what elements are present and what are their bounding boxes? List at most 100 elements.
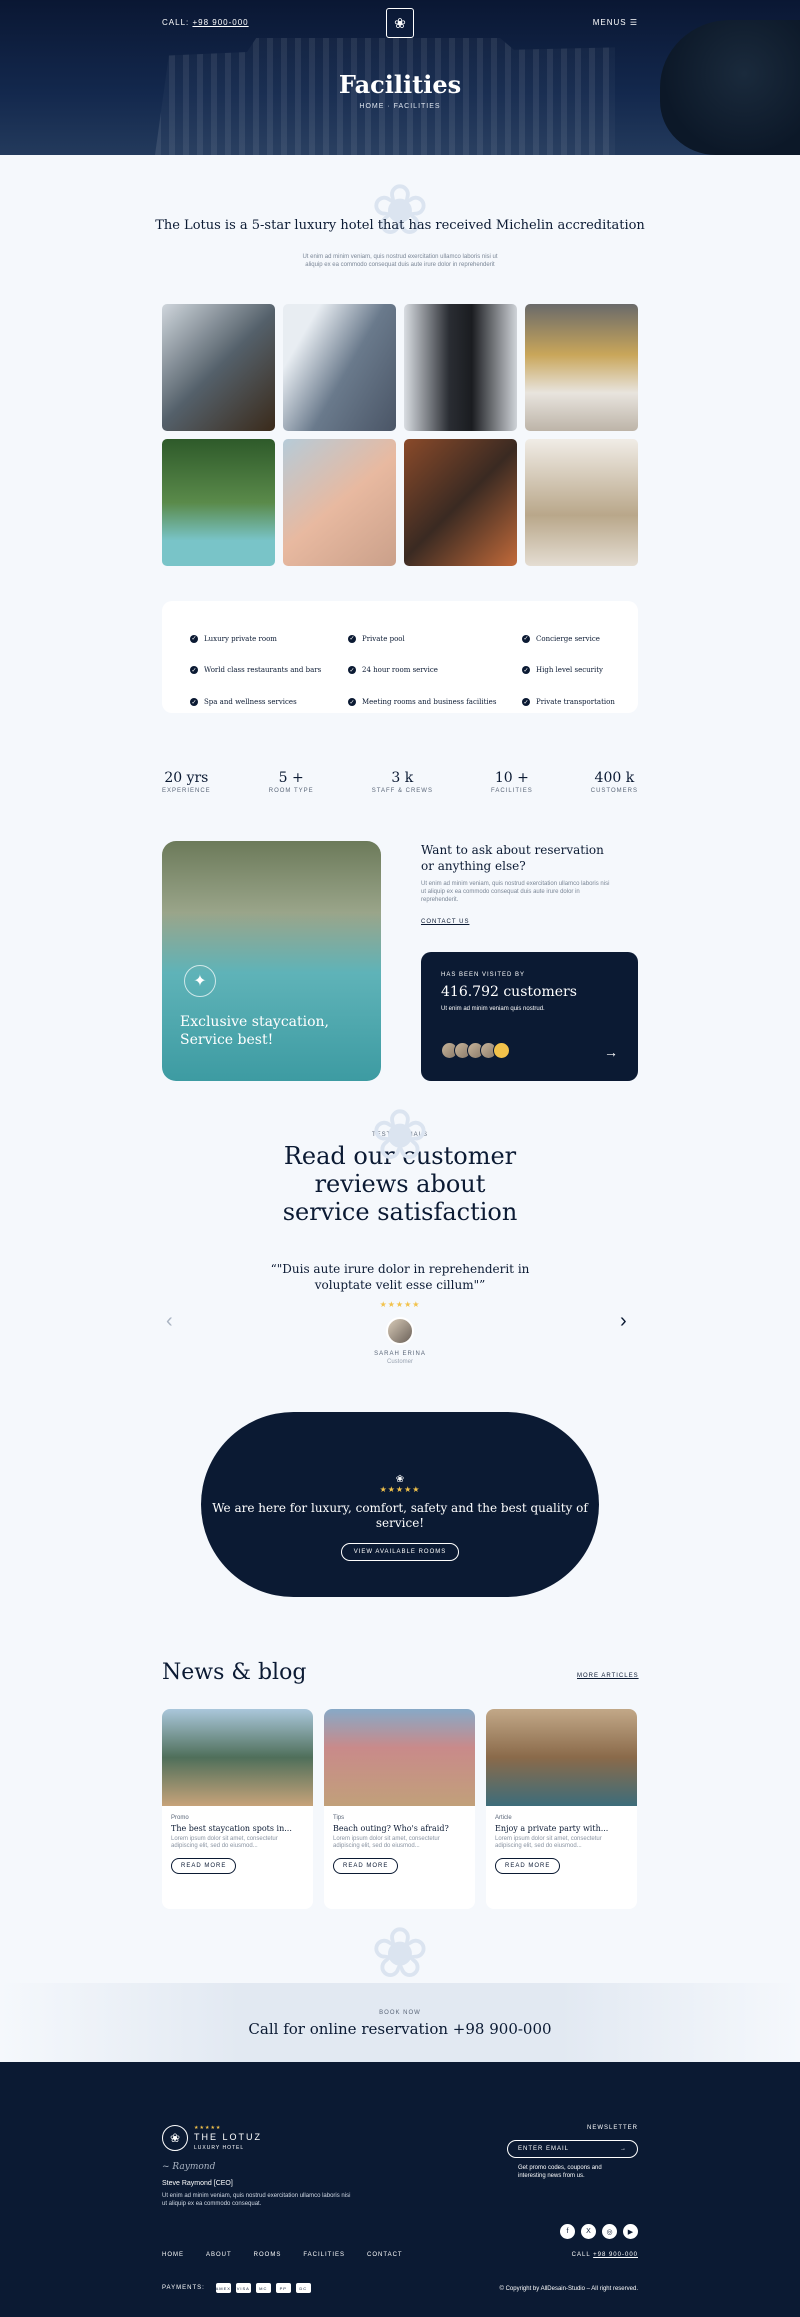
feature-label: World class restaurants and bars xyxy=(204,666,322,675)
blog-image xyxy=(324,1709,475,1806)
footer-nav: HOME ABOUT ROOMS FACILITIES CONTACT xyxy=(162,2252,403,2258)
book-section: BOOK NOW Call for online reservation +98… xyxy=(0,1983,800,2063)
footer-description: Ut enim ad minim veniam, quis nostrud ex… xyxy=(162,2193,351,2207)
blog-card[interactable]: Article Enjoy a private party with... Lo… xyxy=(486,1709,637,1909)
blog-title: The best staycation spots in... xyxy=(171,1824,292,1833)
blog-card[interactable]: Tips Beach outing? Who's afraid? Lorem i… xyxy=(324,1709,475,1909)
stat-facilities: 10 + FACILITIES xyxy=(491,770,533,794)
gallery-image-security[interactable] xyxy=(404,304,517,431)
footer-nav-home[interactable]: HOME xyxy=(162,2252,184,2258)
blog-card[interactable]: Promo The best staycation spots in... Lo… xyxy=(162,1709,313,1909)
book-kicker: BOOK NOW xyxy=(379,2010,421,2016)
more-articles-link[interactable]: MORE ARTICLES xyxy=(577,1673,639,1679)
feature-item: ✓ High level security xyxy=(522,660,642,682)
stat-customers: 400 k CUSTOMERS xyxy=(591,770,638,794)
ask-heading: Want to ask about reservation or anythin… xyxy=(421,843,604,873)
gallery-image-pool[interactable] xyxy=(162,439,275,566)
check-icon: ✓ xyxy=(348,698,356,707)
footer-nav-facilities[interactable]: FACILITIES xyxy=(303,2252,345,2258)
footer-call: CALL +98 900-000 xyxy=(572,2252,638,2258)
x-icon[interactable]: X xyxy=(581,2224,596,2239)
blog-title: Enjoy a private party with... xyxy=(495,1824,609,1833)
rating-stars: ★★★★★ xyxy=(379,1300,421,1309)
visa-icon: VISA xyxy=(235,2283,251,2293)
check-icon: ✓ xyxy=(190,698,198,707)
call-link[interactable]: +98 900-000 xyxy=(192,18,248,27)
visited-count: 416.792 customers xyxy=(441,984,577,1000)
blog-excerpt: Lorem ipsum dolor sit amet, consectetur … xyxy=(171,1836,278,1849)
visited-text: Ut enim ad minim veniam quis nostrud. xyxy=(441,1006,545,1012)
arrow-right-icon[interactable]: → xyxy=(620,2146,627,2152)
gallery-image-spa[interactable] xyxy=(283,439,396,566)
instagram-icon[interactable]: ◎ xyxy=(602,2224,617,2239)
gallery-image-camera[interactable] xyxy=(283,304,396,431)
read-more-button[interactable]: READ MORE xyxy=(495,1858,561,1874)
blog-cards: Promo The best staycation spots in... Lo… xyxy=(162,1709,638,1909)
read-more-button[interactable]: READ MORE xyxy=(333,1858,399,1874)
signature-icon: ~ Raymond xyxy=(162,2162,216,2172)
stat-label: FACILITIES xyxy=(491,788,533,794)
brand-subtitle: LUXURY HOTEL xyxy=(194,2145,245,2151)
testimonials-section: ❀ TESTIMONIALS Read our customer reviews… xyxy=(0,1100,800,1365)
stats-row: 20 yrs EXPERIENCE 5 + ROOM TYPE 3 k STAFF &… xyxy=(162,770,638,794)
email-field[interactable]: ENTER EMAIL → xyxy=(507,2140,638,2158)
menus-button[interactable]: MENUS ☰ xyxy=(593,18,638,27)
check-icon: ✓ xyxy=(522,698,530,707)
lotus-watermark-icon: ❀ xyxy=(370,171,430,249)
feature-label: 24 hour room service xyxy=(362,666,438,675)
lotus-logo[interactable]: ❀ xyxy=(162,2125,188,2151)
intro-text: Ut enim ad minim veniam, quis nostrud ex… xyxy=(302,254,498,268)
lotus-logo[interactable]: ❀ xyxy=(386,8,414,38)
sparkle-icon: ✦ xyxy=(184,965,216,997)
payments-label: PAYMENTS: xyxy=(162,2285,205,2291)
feature-label: Meeting rooms and business facilities xyxy=(362,698,497,707)
gallery-image-escalator[interactable] xyxy=(162,304,275,431)
ask-section: Want to ask about reservation or anythin… xyxy=(421,842,611,925)
call-link[interactable]: +98 900-000 xyxy=(593,2252,638,2258)
stat-label: EXPERIENCE xyxy=(162,788,211,794)
feature-item: ✓ Concierge service xyxy=(522,628,642,650)
reviewer-role: Customer xyxy=(386,1359,413,1365)
gallery-image-restaurant[interactable] xyxy=(525,439,638,566)
footer-nav-contact[interactable]: CONTACT xyxy=(367,2252,403,2258)
gallery-image-lobby[interactable] xyxy=(525,304,638,431)
intro-heading: The Lotus is a 5-star luxury hotel that … xyxy=(155,218,645,233)
gallery-image-gym[interactable] xyxy=(404,439,517,566)
newsletter-label: NEWSLETTER xyxy=(586,2125,638,2131)
facebook-icon[interactable]: f xyxy=(560,2224,575,2239)
contact-us-link[interactable]: CONTACT US xyxy=(421,919,611,925)
youtube-icon[interactable]: ▶ xyxy=(623,2224,638,2239)
stat-label: STAFF & CREWS xyxy=(371,788,433,794)
email-placeholder: ENTER EMAIL xyxy=(518,2146,570,2152)
feature-item: ✓ Private transportation xyxy=(522,691,642,713)
stat-value: 20 yrs xyxy=(164,770,209,786)
read-more-button[interactable]: READ MORE xyxy=(171,1858,237,1874)
stat-experience: 20 yrs EXPERIENCE xyxy=(162,770,211,794)
blog-image xyxy=(486,1709,637,1806)
call-label: CALL: xyxy=(162,18,190,27)
book-text: Call for online reservation +98 900-000 xyxy=(248,2020,552,2038)
chevron-right-icon[interactable]: › xyxy=(620,1310,627,1333)
stat-staff: 3 k STAFF & CREWS xyxy=(372,770,433,794)
feature-label: High level security xyxy=(536,666,604,675)
view-rooms-button[interactable]: VIEW AVAILABLE ROOMS xyxy=(340,1543,460,1561)
ask-text: Ut enim ad minim veniam, quis nostrud ex… xyxy=(421,881,610,903)
footer-nav-rooms[interactable]: ROOMS xyxy=(254,2252,282,2258)
arrow-right-icon[interactable]: → xyxy=(604,1044,618,1060)
stat-label: ROOM TYPE xyxy=(268,788,314,794)
blog-excerpt: Lorem ipsum dolor sit amet, consectetur … xyxy=(333,1836,440,1849)
menus-label: MENUS xyxy=(592,18,627,27)
check-icon: ✓ xyxy=(348,666,356,675)
amex-icon: AMEX xyxy=(216,2283,231,2293)
blog-excerpt: Lorem ipsum dolor sit amet, consectetur … xyxy=(495,1836,602,1849)
avatar xyxy=(386,1317,414,1345)
footer-nav-about[interactable]: ABOUT xyxy=(206,2252,232,2258)
chevron-left-icon[interactable]: ‹ xyxy=(166,1310,173,1333)
footer: ❀ ★★★★★ THE LOTUZ LUXURY HOTEL ~ Raymond… xyxy=(0,2062,800,2317)
intro-section: ❀ The Lotus is a 5-star luxury hotel tha… xyxy=(0,155,800,305)
check-icon: ✓ xyxy=(522,666,530,675)
check-icon: ✓ xyxy=(522,634,530,643)
staycation-card[interactable]: ✦ Exclusive staycation, Service best! xyxy=(162,841,381,1081)
feature-label: Private pool xyxy=(362,634,405,643)
feature-item: ✓ World class restaurants and bars xyxy=(190,660,348,682)
